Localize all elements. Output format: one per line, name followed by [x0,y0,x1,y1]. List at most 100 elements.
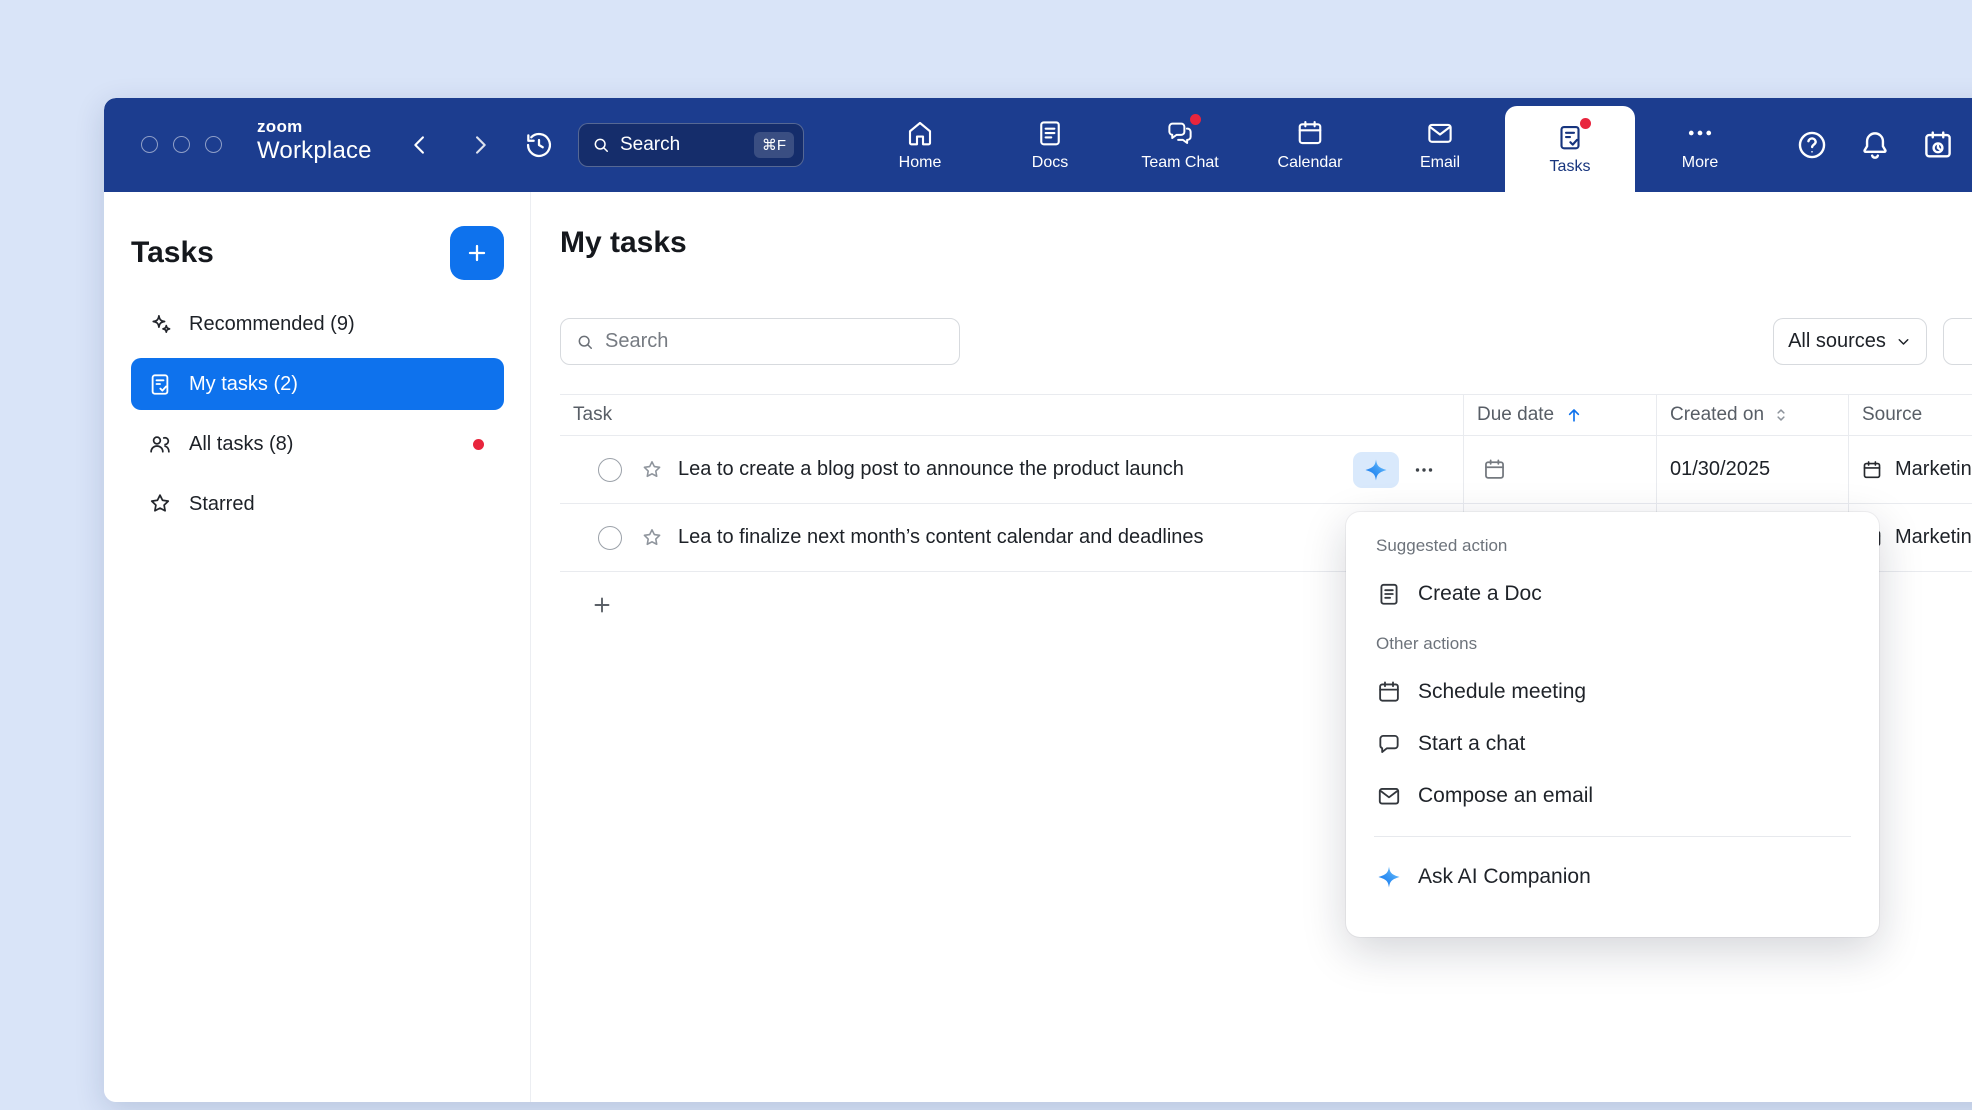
tasks-notification-dot [1580,118,1591,129]
help-icon[interactable] [1795,128,1829,162]
menu-item-create-doc[interactable]: Create a Doc [1346,568,1879,620]
logo-workplace-text: Workplace [257,139,372,163]
suggested-actions-menu: Suggested action Create a Doc Other acti… [1346,512,1879,937]
tasks-icon [1555,122,1585,152]
ai-companion-icon [1376,864,1402,890]
doc-icon [1376,581,1402,607]
email-icon [1376,783,1402,809]
sort-ascending-icon[interactable] [1564,405,1584,425]
global-search-label: Search [620,134,680,156]
logo-zoom-text: zoom [257,118,372,135]
recents-history-icon[interactable] [523,129,555,161]
task-search-field[interactable] [560,318,960,365]
sidebar-title: Tasks [131,236,214,270]
created-on-cell: 01/30/2025 [1656,436,1848,503]
table-row[interactable]: Lea to create a blog post to announce th… [560,436,1972,504]
window-close-button[interactable] [141,136,158,153]
task-search-input[interactable] [605,330,945,353]
nav-more[interactable]: More [1635,98,1765,192]
sidebar-item-all-tasks[interactable]: All tasks (8) [131,418,504,470]
task-title[interactable]: Lea to create a blog post to announce th… [678,458,1184,481]
menu-item-start-chat[interactable]: Start a chat [1346,718,1879,770]
nav-home[interactable]: Home [855,98,985,192]
all-tasks-notification-dot [473,439,484,450]
sidebar-item-my-tasks[interactable]: My tasks (2) [131,358,504,410]
source-cell: Marketing [1848,436,1972,503]
new-task-button[interactable] [450,226,504,280]
task-list-check-icon [147,371,173,397]
source-calendar-icon [1861,459,1883,481]
zoom-workplace-logo: zoom Workplace [257,118,372,163]
menu-item-ask-ai-companion[interactable]: Ask AI Companion [1346,851,1879,903]
more-icon [1685,118,1715,148]
top-navigation: Home Docs Team Chat [855,98,1765,192]
column-header-source[interactable]: Source [1848,395,1972,435]
search-icon [575,332,595,352]
plus-icon [464,240,490,266]
people-icon [147,431,173,457]
sidebar-item-label: Starred [189,493,255,516]
sidebar-item-recommended[interactable]: Recommended (9) [131,298,504,350]
clipped-toolbar-button[interactable] [1943,318,1972,365]
column-header-due-date[interactable]: Due date [1463,395,1656,435]
column-header-created-on[interactable]: Created on [1656,395,1848,435]
row-more-actions-button[interactable] [1405,452,1443,488]
calendar-icon [1376,679,1402,705]
team-chat-notification-dot [1190,114,1201,125]
sidebar-item-label: All tasks (8) [189,433,293,456]
menu-item-schedule-meeting[interactable]: Schedule meeting [1346,666,1879,718]
docs-icon [1035,118,1065,148]
menu-item-label: Ask AI Companion [1418,865,1591,889]
calendar-icon [1295,118,1325,148]
window-controls [141,136,222,153]
window-zoom-button[interactable] [205,136,222,153]
search-shortcut-badge: ⌘F [754,132,794,158]
sidebar-item-starred[interactable]: Starred [131,478,504,530]
star-icon[interactable] [640,458,664,482]
schedule-icon[interactable] [1921,128,1955,162]
nav-team-chat-label: Team Chat [1141,154,1218,172]
team-chat-icon [1165,118,1195,148]
source-value: Marketing [1895,526,1972,549]
task-complete-checkbox[interactable] [598,458,622,482]
sidebar-item-label: Recommended (9) [189,313,355,336]
nav-calendar[interactable]: Calendar [1245,98,1375,192]
nav-tasks-label: Tasks [1550,158,1591,176]
home-icon [905,118,935,148]
nav-team-chat[interactable]: Team Chat [1115,98,1245,192]
ai-companion-button[interactable] [1353,452,1399,488]
nav-home-label: Home [899,154,942,172]
nav-tasks[interactable]: Tasks [1505,106,1635,192]
source-filter-dropdown[interactable]: All sources [1773,318,1927,365]
email-icon [1425,118,1455,148]
due-date-cell [1463,436,1656,503]
column-header-task[interactable]: Task [560,395,1463,435]
nav-email[interactable]: Email [1375,98,1505,192]
menu-item-label: Create a Doc [1418,582,1542,606]
search-icon [591,135,611,155]
chevron-down-icon [1895,333,1912,350]
menu-item-compose-email[interactable]: Compose an email [1346,770,1879,822]
chat-bubble-icon [1376,731,1402,757]
add-due-date-icon[interactable] [1482,457,1507,482]
task-title[interactable]: Lea to finalize next month’s content cal… [678,526,1204,549]
sidebar-list: Recommended (9) My tasks (2) All tasks (… [131,298,504,530]
star-icon[interactable] [640,526,664,550]
plus-icon [590,593,614,617]
task-complete-checkbox[interactable] [598,526,622,550]
window-minimize-button[interactable] [173,136,190,153]
source-filter-label: All sources [1788,330,1886,353]
history-forward-icon[interactable] [466,131,494,159]
nav-email-label: Email [1420,154,1460,172]
nav-calendar-label: Calendar [1278,154,1343,172]
nav-docs-label: Docs [1032,154,1068,172]
menu-divider [1374,836,1851,837]
titlebar: zoom Workplace Search ⌘F [104,98,1972,192]
global-search[interactable]: Search ⌘F [578,123,804,167]
notifications-bell-icon[interactable] [1858,128,1892,162]
nav-docs[interactable]: Docs [985,98,1115,192]
menu-item-label: Compose an email [1418,784,1593,808]
history-back-icon[interactable] [406,131,434,159]
sort-toggle-icon[interactable] [1772,406,1790,424]
task-cell: Lea to finalize next month’s content cal… [560,504,1463,571]
